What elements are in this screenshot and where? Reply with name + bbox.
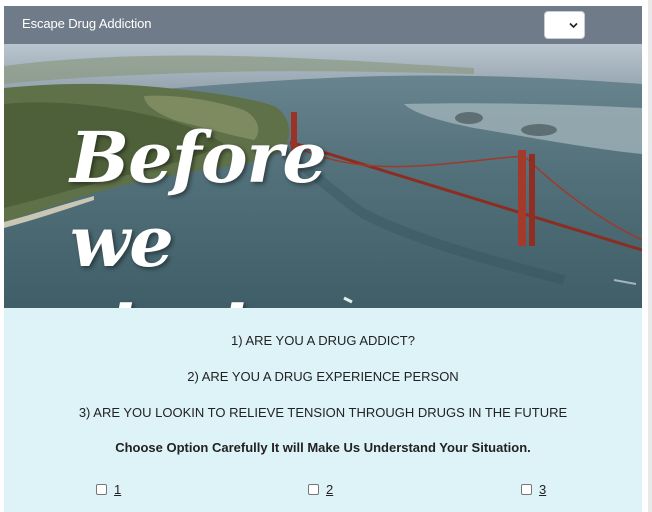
- brand-link[interactable]: Escape Drug Addiction: [22, 16, 152, 31]
- option-1-checkbox[interactable]: [96, 483, 107, 495]
- questions-panel: 1) ARE YOU A DRUG ADDICT? 2) ARE YOU A D…: [4, 308, 642, 512]
- option-2-checkbox[interactable]: [308, 483, 319, 495]
- instruction-text: Choose Option Carefully It will Make Us …: [115, 440, 531, 455]
- question-1: 1) ARE YOU A DRUG ADDICT?: [231, 333, 415, 348]
- chevron-down-icon: [569, 22, 578, 29]
- option-2[interactable]: 2: [308, 480, 333, 498]
- option-3-label[interactable]: 3: [539, 482, 546, 497]
- option-3-checkbox[interactable]: [521, 483, 532, 495]
- question-3: 3) ARE YOU LOOKIN TO RELIEVE TENSION THR…: [78, 405, 568, 420]
- hero-banner: Before we start....: [4, 44, 642, 308]
- option-2-label[interactable]: 2: [326, 482, 333, 497]
- question-2: 2) ARE YOU A DRUG EXPERIENCE PERSON: [187, 369, 459, 384]
- option-1[interactable]: 1: [96, 480, 121, 498]
- top-navbar: Escape Drug Addiction: [4, 6, 642, 44]
- option-1-label[interactable]: 1: [114, 482, 121, 497]
- window-edge: [648, 0, 652, 512]
- language-select[interactable]: [544, 11, 585, 39]
- option-3[interactable]: 3: [521, 480, 546, 498]
- hero-title: Before we start....: [70, 116, 346, 308]
- page: Escape Drug Addiction Before we 1) ARE Y…: [0, 0, 652, 512]
